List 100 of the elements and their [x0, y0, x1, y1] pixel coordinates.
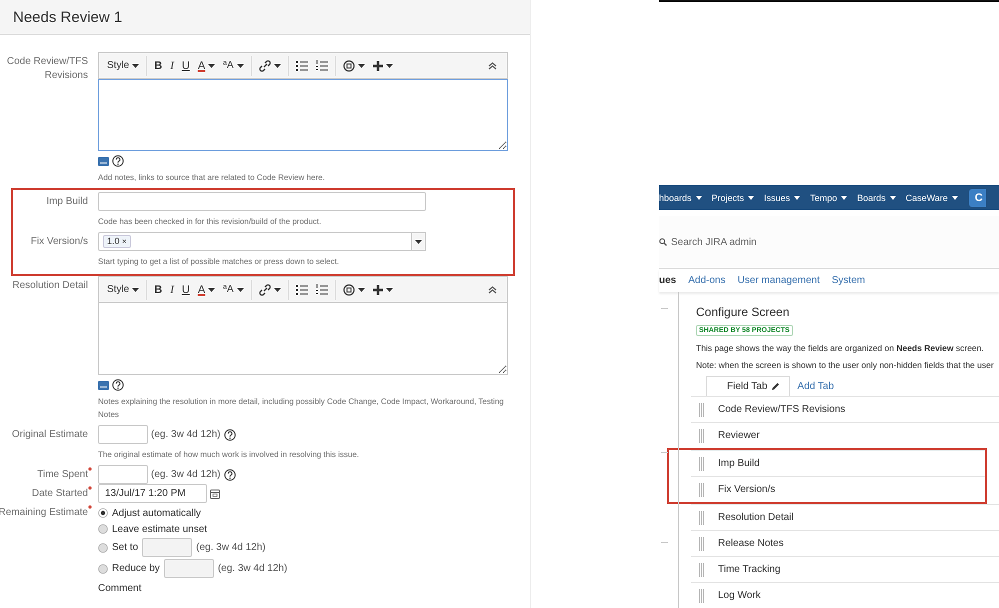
collapse-icon[interactable] — [488, 286, 497, 294]
nav-menu[interactable]: Issues — [759, 192, 806, 203]
option-label: Set to — [112, 542, 138, 553]
caret-icon — [890, 196, 896, 200]
admin-tab[interactable]: User management — [732, 275, 825, 286]
link-icon — [258, 284, 271, 296]
drag-handle-icon[interactable] — [699, 588, 704, 602]
nav-menu[interactable]: Boards — [852, 192, 901, 203]
version-tag: 1.0 × — [103, 235, 131, 248]
create-button[interactable]: C — [968, 188, 986, 207]
multi-select-field[interactable]: 1.0 × — [98, 232, 411, 251]
calendar-icon[interactable] — [210, 488, 220, 498]
duration-input[interactable] — [98, 465, 148, 484]
nav-menu[interactable]: Projects — [706, 192, 760, 203]
field-label: Original Estimate — [12, 428, 88, 442]
help-text: Code has been checked in for this revision/build of the product. — [98, 216, 322, 228]
radio-button[interactable] — [98, 524, 108, 534]
bold-button[interactable]: B — [146, 56, 166, 76]
caret-icon — [236, 288, 244, 292]
field-row[interactable]: Fix Version/s — [691, 476, 985, 502]
underline-button[interactable]: U — [178, 280, 194, 300]
field-row[interactable]: Release Notes — [691, 530, 999, 556]
size-button[interactable]: ªA — [219, 56, 248, 76]
caret-icon — [358, 64, 365, 68]
caret-icon — [841, 196, 848, 200]
field-row[interactable]: Time Tracking — [691, 556, 999, 582]
drag-handle-icon[interactable] — [699, 482, 704, 496]
caret-icon — [952, 196, 958, 200]
drag-handle-icon[interactable] — [699, 456, 704, 470]
description-text: This page shows the way the fields are organized on Needs Review screen. — [696, 343, 985, 354]
drag-handle-icon[interactable] — [699, 402, 704, 416]
option-label: Adjust automatically — [112, 508, 201, 518]
size-button[interactable]: ªA — [219, 280, 248, 300]
option-label: Leave estimate unset — [112, 524, 208, 534]
field-row[interactable]: Code Review/TFS Revisions — [691, 396, 999, 422]
italic-button[interactable]: I — [166, 280, 178, 300]
caret-icon — [386, 64, 393, 68]
help-icon[interactable] — [112, 379, 124, 391]
field-row[interactable]: Resolution Detail — [691, 504, 999, 530]
screen-tab[interactable]: Add Tab — [790, 376, 841, 396]
nav-menu[interactable]: CaseWare — [900, 192, 963, 203]
numbered-list-icon — [316, 60, 328, 71]
field-row[interactable]: Imp Build — [691, 450, 985, 476]
numbered-list-icon — [316, 284, 328, 295]
nav-menu[interactable]: Tempo — [805, 192, 852, 203]
color-button[interactable]: A — [194, 280, 220, 300]
page-title: Configure Screen — [696, 305, 790, 319]
search-field[interactable]: Search JIRA admin — [659, 236, 757, 248]
nav-menu[interactable]: hboards — [659, 192, 707, 203]
style-button[interactable]: Style — [103, 280, 144, 300]
caret-icon — [208, 288, 216, 292]
drag-handle-icon[interactable] — [699, 428, 704, 442]
caret-icon — [696, 196, 702, 200]
dropdown-button[interactable] — [411, 232, 426, 251]
admin-tab[interactable]: Add-ons — [683, 275, 730, 286]
underline-button[interactable]: U — [178, 56, 194, 76]
format-hint: (eg. 3w 4d 12h) — [151, 469, 220, 480]
caret-icon — [236, 64, 244, 68]
radio-button[interactable] — [98, 564, 108, 574]
option-label: Reduce by — [112, 563, 160, 574]
field-row[interactable]: Reviewer — [691, 422, 999, 448]
help-icon[interactable] — [224, 428, 236, 440]
text-input[interactable] — [98, 192, 426, 211]
drag-handle-icon[interactable] — [699, 536, 704, 550]
italic-button[interactable]: I — [166, 56, 178, 76]
format-hint: (eg. 3w 4d 12h) — [196, 542, 266, 553]
link-icon — [258, 60, 271, 72]
help-icon[interactable] — [112, 155, 124, 167]
admin-tab[interactable]: ues — [659, 275, 682, 286]
duration-input[interactable] — [98, 425, 148, 444]
help-text: Add notes, links to source that are related to Code Review here. — [98, 172, 326, 184]
caret-icon — [748, 196, 754, 200]
caret-icon — [208, 64, 216, 68]
drag-handle-icon[interactable] — [699, 562, 704, 576]
field-label: Code Review/TFS Revisions — [6, 56, 88, 81]
bold-button[interactable]: B — [146, 280, 166, 300]
radio-button[interactable] — [98, 508, 108, 518]
help-text: The original estimate of how much work is involved in resolving this issue. — [98, 449, 360, 461]
field-label: Fix Version/s — [30, 236, 88, 247]
radio-button[interactable] — [98, 542, 108, 552]
admin-tab[interactable]: System — [826, 275, 870, 286]
drag-handle-icon[interactable] — [699, 510, 704, 524]
help-icon[interactable] — [224, 468, 236, 480]
screen-tab[interactable]: Field Tab — [706, 376, 790, 396]
field-label: Resolution Detail — [12, 280, 88, 291]
pencil-icon[interactable] — [771, 382, 780, 391]
dialog-title: Needs Review 1 — [13, 8, 122, 26]
field-row[interactable]: Log Work — [691, 582, 999, 608]
collapse-icon[interactable] — [488, 62, 497, 70]
remove-icon[interactable]: × — [122, 237, 127, 246]
color-button[interactable]: A — [194, 56, 220, 76]
help-text: Notes explaining the resolution in more detail, including possibly Code Change, Code Impact, Workaround, Testing Notes — [98, 396, 505, 421]
caret-icon — [358, 288, 365, 292]
field-label: Imp Build — [46, 196, 88, 207]
circle-icon — [342, 284, 355, 296]
caret-icon — [132, 64, 140, 68]
date-input[interactable]: 13/Jul/17 1:20 PM — [98, 484, 207, 503]
style-button[interactable]: Style — [103, 56, 144, 76]
caret-icon — [274, 64, 281, 68]
section-label: Comment — [98, 582, 142, 596]
